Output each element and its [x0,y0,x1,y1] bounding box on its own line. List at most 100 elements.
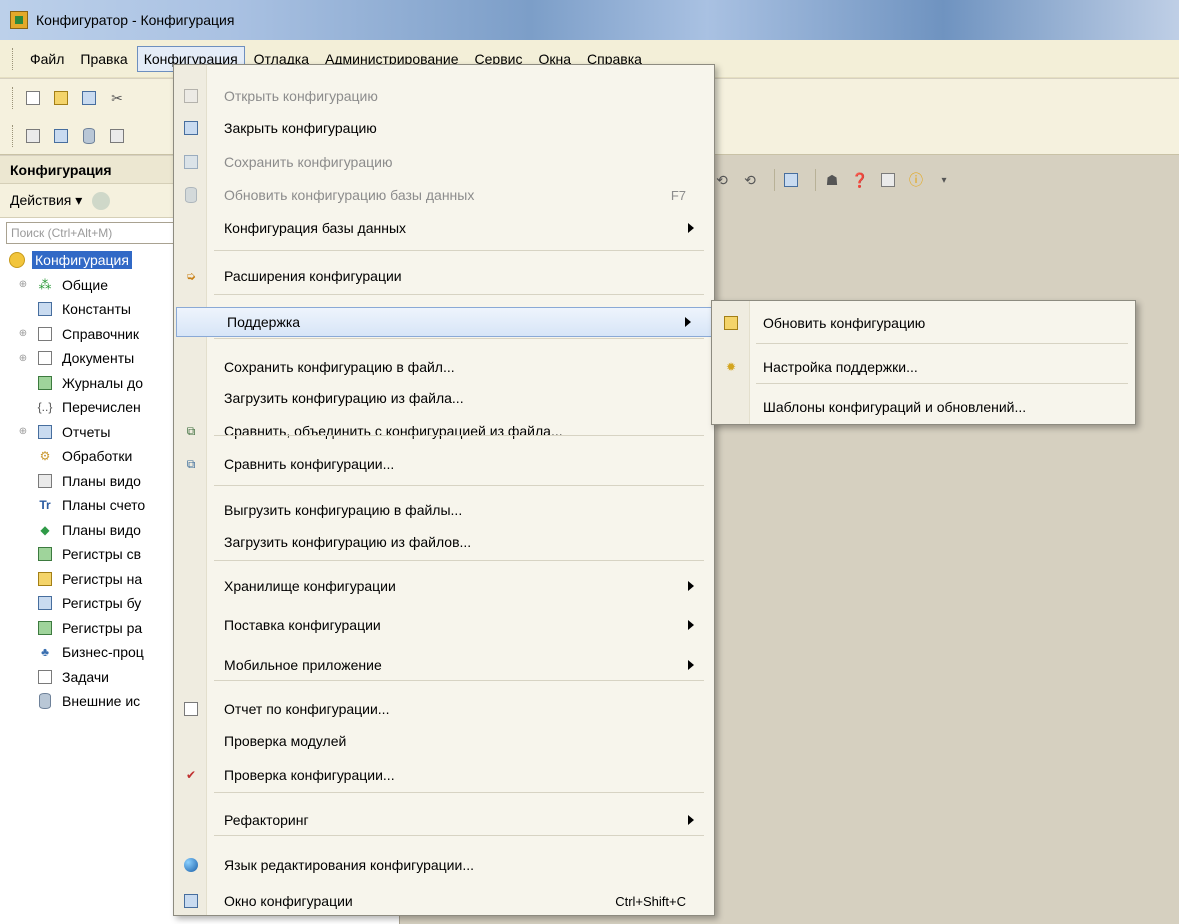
window-title: Конфигуратор - Конфигурация [36,12,235,28]
menu-edit[interactable]: Правка [73,46,134,72]
nav-back-icon[interactable]: ⟲ [712,170,732,190]
toolbar-grip [12,87,15,109]
compare-icon: ⧉ [186,456,196,471]
tree-item-label: Внешние ис [62,693,141,710]
menu-item-закрыть-конфигурацию[interactable]: Закрыть конфигурацию [174,113,714,143]
menu-item-сравнить-конфигурации[interactable]: ⧉ Сравнить конфигурации... [174,449,714,479]
toolbar-right-icons: ⟲ ⟲ ☗ ❓ ⓘ ▾ [712,169,962,191]
submenu-item-настройка-поддержки[interactable]: ✹ Настройка поддержки... [712,349,1135,385]
accounts-icon: Tr [39,498,51,513]
accounting-registers-icon [36,595,54,611]
expand-icon[interactable]: ⊕ [16,426,30,437]
submenu-item-обновить-конфигурацию[interactable]: Обновить конфигурацию [712,305,1135,341]
tree-item-label: Общие [62,276,109,293]
open-folder-icon[interactable] [51,88,71,108]
menu-item-хранилище-конфигурации[interactable]: Хранилище конфигурации [174,571,714,601]
tree-item-label: Планы видо [62,521,141,538]
search-input[interactable]: Поиск (Ctrl+Alt+M) [6,222,186,244]
expand-icon[interactable]: ⊕ [16,353,30,364]
menu-item-проверка-модулей[interactable]: Проверка модулей [174,726,714,756]
tree-item-label: Регистры св [62,546,142,563]
actions-button[interactable]: Действия ▾ [10,192,82,209]
menu-item-label: Обновить конфигурацию базы данных [224,187,475,203]
tree-item-label: Конфигурация [32,251,132,270]
documents-icon [36,350,54,366]
tree-item-label: Регистры бу [62,595,142,612]
config-window-icon [182,892,200,910]
app-icon [10,11,28,29]
shortcut-label: F7 [670,187,686,203]
reports-icon [36,424,54,440]
update-db-icon [182,186,200,204]
windows-icon[interactable] [781,170,801,190]
table-icon[interactable] [107,126,127,146]
submenu-arrow-icon [685,317,691,327]
book-icon[interactable] [878,170,898,190]
menu-item-открыть-конфигурацию[interactable]: Открыть конфигурацию [174,81,714,111]
menu-item-обновить-конфигурацию-базы-данных[interactable]: Обновить конфигурацию базы данных F7 [174,180,714,210]
tree-item-label: Перечислен [62,399,141,416]
menu-item-окно-конфигурации[interactable]: Окно конфигурации Ctrl+Shift+C [174,886,714,916]
config-icon[interactable] [23,126,43,146]
info-icon[interactable]: ⓘ [906,170,926,190]
tree-item-label: Регистры на [62,570,143,587]
menu-item-label: Сохранить конфигурацию в файл... [224,359,455,375]
nav-forward-icon[interactable]: ⟲ [740,170,760,190]
db-icon[interactable] [79,126,99,146]
common-icon: ⁂ [38,276,52,292]
menu-item-поддержка[interactable]: Поддержка [176,307,712,337]
menu-item-проверка-конфигурации[interactable]: ✔ Проверка конфигурации... [174,760,714,790]
new-file-icon[interactable] [23,88,43,108]
menu-item-label: Сравнить конфигурации... [224,456,395,472]
external-sources-icon [36,693,54,710]
update-config-icon [722,314,740,332]
close-config-toolbar-icon[interactable] [51,126,71,146]
menu-item-рефакторинг[interactable]: Рефакторинг [174,805,714,835]
compare-merge-icon: ⧉ [186,423,196,438]
menu-item-отчет-по-конфигурации[interactable]: Отчет по конфигурации... [174,694,714,724]
submenu-arrow-icon [688,660,694,670]
menu-separator [214,250,704,251]
submenu-separator [756,343,1128,344]
menu-item-label: Хранилище конфигурации [224,578,396,594]
catalog-icon [36,326,54,342]
tree-item-label: Задачи [62,668,110,685]
config-root-icon [8,252,26,269]
menu-item-сравнить-объединить-с-конфигурацией-из-файла[interactable]: ⧉ Сравнить, объединить с конфигурацией из… [174,416,714,446]
constants-icon [36,301,54,317]
tree-item-label: Справочник [62,325,139,342]
toolbar-more-icon[interactable]: ▾ [934,170,954,190]
menu-item-label: Открыть конфигурацию [224,88,378,104]
toolbar-separator [815,169,816,191]
menu-file[interactable]: Файл [23,46,71,72]
menu-item-язык-редактирования-конфигурации[interactable]: Язык редактирования конфигурации... [174,850,714,880]
add-icon[interactable] [92,191,111,210]
help-search-icon[interactable]: ❓ [850,170,870,190]
submenu-item-шаблоны-конфигураций-и-обновлений[interactable]: Шаблоны конфигураций и обновлений... [712,389,1135,425]
menu-item-загрузить-конфигурацию-из-файлов[interactable]: Загрузить конфигурацию из файлов... [174,527,714,557]
menu-item-label: Закрыть конфигурацию [224,120,377,136]
menu-item-label: Расширения конфигурации [224,268,402,284]
menu-item-загрузить-конфигурацию-из-файла[interactable]: Загрузить конфигурацию из файла... [174,383,714,413]
submenu-item-label: Шаблоны конфигураций и обновлений... [763,399,1027,415]
expand-icon[interactable]: ⊕ [16,279,30,290]
menu-separator [214,560,704,561]
menu-item-мобильное-приложение[interactable]: Мобильное приложение [174,650,714,680]
configuration-dropdown-menu: Открыть конфигурацию Закрыть конфигурацию… [173,64,715,916]
menu-item-расширения-конфигурации[interactable]: ➭ Расширения конфигурации [174,261,714,291]
expand-icon[interactable]: ⊕ [16,328,30,339]
menu-item-поставка-конфигурации[interactable]: Поставка конфигурации [174,610,714,640]
cut-icon[interactable]: ✂ [107,88,127,108]
menu-item-label: Поставка конфигурации [224,617,381,633]
menu-separator [214,338,704,339]
submenu-item-label: Настройка поддержки... [763,359,918,375]
menu-item-конфигурация-базы-данных[interactable]: Конфигурация базы данных [174,213,714,243]
student-icon[interactable]: ☗ [822,170,842,190]
save-icon[interactable] [79,88,99,108]
menu-item-сохранить-конфигурацию[interactable]: Сохранить конфигурацию [174,147,714,177]
menu-item-сохранить-конфигурацию-в-файл[interactable]: Сохранить конфигурацию в файл... [174,352,714,382]
menu-separator [214,792,704,793]
business-process-icon: ♣ [41,645,49,660]
menu-item-выгрузить-конфигурацию-в-файлы[interactable]: Выгрузить конфигурацию в файлы... [174,495,714,525]
plans-icon [36,473,54,489]
